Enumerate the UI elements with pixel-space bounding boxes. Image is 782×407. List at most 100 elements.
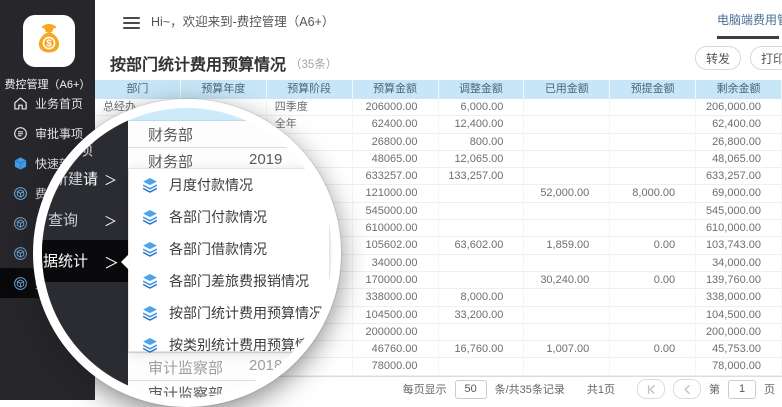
cell-remain: 62,400.00	[696, 116, 782, 132]
cell-adjust	[439, 255, 525, 271]
cube-icon	[12, 275, 28, 291]
page-number-input[interactable]: 1	[728, 380, 756, 399]
cell-budget: 78000.00	[353, 358, 439, 374]
cell-remain: 78,000.00	[696, 358, 782, 374]
cell-accrual	[610, 99, 696, 115]
app-logo: $	[23, 15, 75, 67]
cell-adjust: 16,760.00	[439, 341, 525, 357]
magnified-menu-item-label: 各部门借款情况	[169, 239, 267, 259]
column-header: 预提金额	[610, 80, 696, 99]
forward-button[interactable]: 转发	[695, 46, 741, 70]
money-bag-icon: $	[31, 21, 67, 62]
cell-used	[524, 289, 610, 305]
title-bar: 按部门统计费用预算情况 （35条） 转发 打印	[95, 44, 782, 80]
chevron-right-icon: ＞	[104, 211, 117, 230]
cell-adjust	[439, 220, 525, 236]
cell-used	[524, 99, 610, 115]
quick-create-icon	[12, 155, 28, 171]
cell-accrual	[610, 220, 696, 236]
cell-used: 1,859.00	[524, 237, 610, 253]
magnified-menu-item-2[interactable]: 各部门借款情况	[129, 233, 329, 265]
cell-remain: 200,000.00	[696, 324, 782, 340]
magnified-menu-item-label: 各部门差旅费报销情况	[169, 271, 309, 291]
cell-accrual	[610, 358, 696, 374]
magnified-menu-item-1[interactable]: 各部门付款情况	[129, 201, 329, 233]
cell-adjust: 133,257.00	[439, 168, 525, 184]
prev-page-button[interactable]	[673, 379, 701, 399]
cell-budget: 200000.00	[353, 324, 439, 340]
page-suffix: 页	[764, 381, 775, 397]
cell-adjust: 800.00	[439, 134, 525, 150]
cell-adjust: 63,602.00	[439, 237, 525, 253]
magnified-nav-fragment: 查询	[48, 209, 78, 230]
cell-used	[524, 324, 610, 340]
cell-budget: 26800.00	[353, 134, 439, 150]
layers-icon	[141, 336, 159, 354]
cell-adjust: 12,065.00	[439, 151, 525, 167]
layers-icon	[141, 304, 159, 322]
column-header: 已用金额	[524, 80, 610, 99]
print-button[interactable]: 打印	[750, 46, 782, 70]
cell-budget: 105602.00	[353, 237, 439, 253]
table-header: 部门预算年度预算阶段预算金额调整金额已用金额预提金额剩余金额	[95, 80, 782, 99]
cell-accrual	[610, 255, 696, 271]
cell-budget: 206000.00	[353, 99, 439, 115]
cell-accrual: 0.00	[610, 272, 696, 288]
chevron-right-icon: ＞	[104, 170, 117, 189]
cell-remain: 545,000.00	[696, 203, 782, 219]
layers-icon	[141, 176, 159, 194]
magnified-menu-item-3[interactable]: 各部门差旅费报销情况	[129, 265, 329, 297]
column-header: 调整金额	[439, 80, 525, 99]
cell-adjust: 8,000.00	[439, 289, 525, 305]
cell-accrual: 0.00	[610, 237, 696, 253]
first-page-button[interactable]	[637, 379, 665, 399]
cell-budget: 545000.00	[353, 203, 439, 219]
cell-remain: 206,000.00	[696, 99, 782, 115]
greeting-text: Hi~，欢迎来到-费控管理（A6+）	[151, 0, 334, 44]
cube-icon	[12, 245, 28, 261]
cell-remain: 34,000.00	[696, 255, 782, 271]
cell-remain: 26,800.00	[696, 134, 782, 150]
hamburger-menu-icon[interactable]	[123, 17, 140, 32]
magnified-menu-item-0[interactable]: 月度付款情况	[129, 169, 329, 201]
record-count: （35条）	[290, 56, 337, 72]
cell-accrual	[610, 203, 696, 219]
magnified-menu-item-5[interactable]: 按类别统计费用预算情况	[129, 329, 329, 361]
cell-used	[524, 307, 610, 323]
prev-page-icon	[682, 384, 693, 395]
cell-budget: 338000.00	[353, 289, 439, 305]
layers-icon	[141, 240, 159, 258]
cell-used	[524, 255, 610, 271]
cell-accrual: 8,000.00	[610, 185, 696, 201]
caret-left-icon	[113, 254, 129, 270]
cell-budget: 104500.00	[353, 307, 439, 323]
cell-accrual	[610, 151, 696, 167]
magnified-menu-item-label: 按类别统计费用预算情况	[169, 335, 323, 355]
column-header: 预算年度	[181, 80, 267, 99]
cell-adjust	[439, 203, 525, 219]
cell-used: 30,240.00	[524, 272, 610, 288]
magnified-nav-fragment: 速新建请	[38, 168, 98, 189]
cell-adjust	[439, 272, 525, 288]
cell-remain: 45,753.00	[696, 341, 782, 357]
magnified-menu-item-4[interactable]: 按部门统计费用预算情况	[129, 297, 329, 329]
cell-adjust	[439, 324, 525, 340]
layers-icon	[141, 208, 159, 226]
cell-used	[524, 220, 610, 236]
cell-budget: 170000.00	[353, 272, 439, 288]
magnified-nav-label: 据统计	[43, 250, 88, 271]
per-page-input[interactable]: 50	[455, 380, 487, 399]
cell-budget: 62400.00	[353, 116, 439, 132]
cell-budget: 46760.00	[353, 341, 439, 357]
cell-budget: 121000.00	[353, 185, 439, 201]
cell-remain: 338,000.00	[696, 289, 782, 305]
cell-accrual	[610, 307, 696, 323]
records-label: 条/共35条记录	[495, 381, 565, 397]
magnifier-lens: 批事项 速新建请 ＞ 查询 ＞ 据统计 ＞ 财务部 财务部 2019 审计监察部…	[33, 99, 341, 407]
cell-remain: 104,500.00	[696, 307, 782, 323]
magnified-menu-item-label: 按部门统计费用预算情况	[169, 303, 323, 323]
cube-icon	[12, 215, 28, 231]
column-header: 剩余金额	[696, 80, 782, 99]
cell-remain: 48,065.00	[696, 151, 782, 167]
cell-budget: 34000.00	[353, 255, 439, 271]
